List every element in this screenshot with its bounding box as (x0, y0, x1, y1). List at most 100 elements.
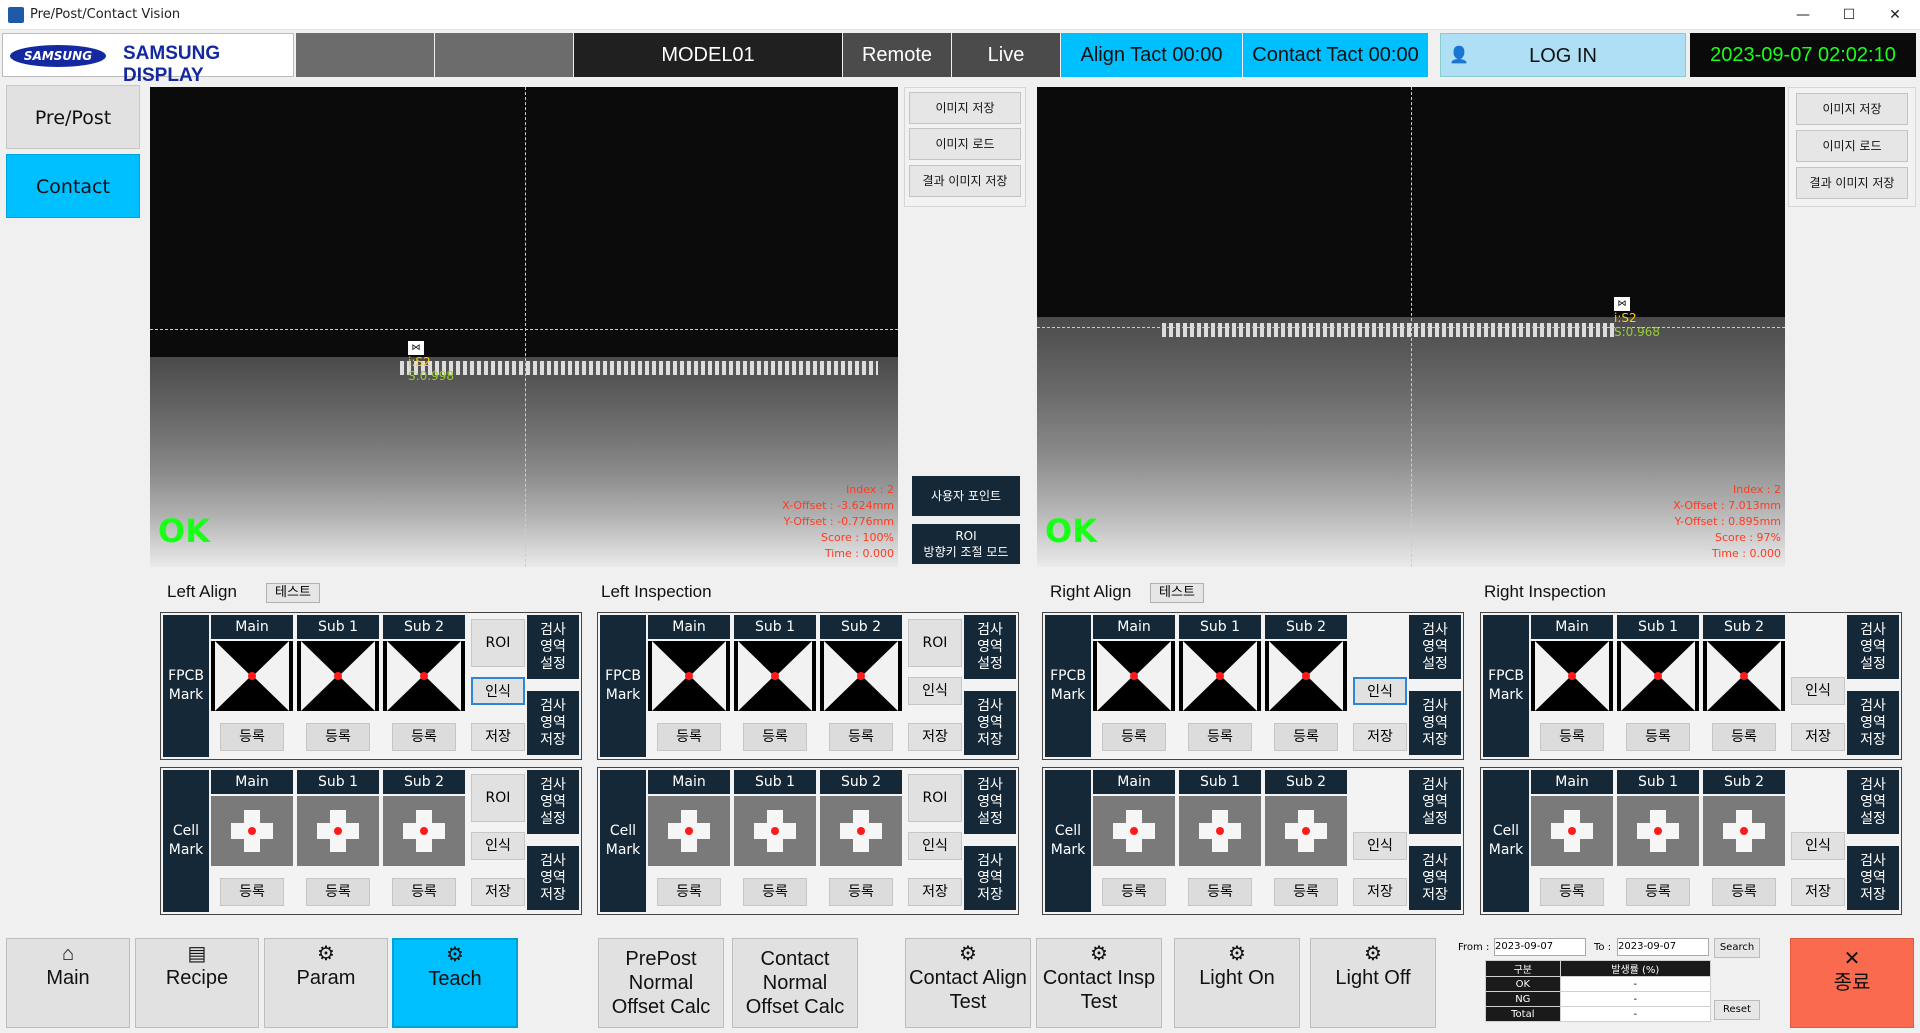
fpcb-mark-template-sub2[interactable] (1703, 641, 1785, 711)
inspection-area-save-button[interactable]: 검사 영역 저장 (1847, 846, 1899, 910)
save-button[interactable]: 저장 (1353, 723, 1407, 751)
roi-button[interactable]: ROI (471, 619, 525, 667)
save-button[interactable]: 저장 (1791, 878, 1845, 906)
cell-mark-template-sub1[interactable] (734, 796, 816, 866)
register-button[interactable]: 등록 (829, 878, 893, 906)
user-point-button[interactable]: 사용자 포인트 (912, 476, 1020, 516)
search-button[interactable]: Search (1714, 938, 1760, 958)
cell-mark-template-sub2[interactable] (820, 796, 902, 866)
recognize-button[interactable]: 인식 (908, 832, 962, 860)
light-on-button[interactable]: ⚙ Light On (1174, 938, 1300, 1028)
maximize-button[interactable]: ☐ (1826, 3, 1872, 27)
register-button[interactable]: 등록 (829, 723, 893, 751)
from-date-picker[interactable]: 2023-09-07 (1494, 938, 1586, 956)
register-button[interactable]: 등록 (1274, 723, 1338, 751)
inspection-area-save-button[interactable]: 검사 영역 저장 (1409, 691, 1461, 755)
contact-insp-test-button[interactable]: ⚙ Contact Insp Test (1036, 938, 1162, 1028)
nav-recipe-button[interactable]: ▤ Recipe (135, 938, 259, 1028)
fpcb-mark-template-sub2[interactable] (1265, 641, 1347, 711)
fpcb-mark-template-sub1[interactable] (734, 641, 816, 711)
register-button[interactable]: 등록 (392, 723, 456, 751)
roi-button[interactable]: ROI (908, 774, 962, 822)
right-align-test-button[interactable]: 테스트 (1150, 583, 1204, 603)
register-button[interactable]: 등록 (1102, 723, 1166, 751)
inspection-area-set-button[interactable]: 검사 영역 설정 (527, 615, 579, 679)
register-button[interactable]: 등록 (657, 723, 721, 751)
register-button[interactable]: 등록 (220, 723, 284, 751)
left-align-test-button[interactable]: 테스트 (266, 583, 320, 603)
register-button[interactable]: 등록 (392, 878, 456, 906)
reset-button[interactable]: Reset (1714, 1000, 1760, 1020)
inspection-area-save-button[interactable]: 검사 영역 저장 (527, 846, 579, 910)
fpcb-mark-template-sub2[interactable] (820, 641, 902, 711)
register-button[interactable]: 등록 (743, 878, 807, 906)
recognize-button[interactable]: 인식 (1353, 677, 1407, 705)
cell-mark-template-sub1[interactable] (297, 796, 379, 866)
sidebar-item-prepost[interactable]: Pre/Post (6, 85, 140, 149)
cell-mark-template-sub1[interactable] (1617, 796, 1699, 866)
light-off-button[interactable]: ⚙ Light Off (1310, 938, 1436, 1028)
prepost-offset-calc-button[interactable]: PrePost Normal Offset Calc (598, 938, 724, 1028)
recognize-button[interactable]: 인식 (471, 832, 525, 860)
inspection-area-save-button[interactable]: 검사 영역 저장 (527, 691, 579, 755)
cell-mark-template-main[interactable] (648, 796, 730, 866)
right-camera-view[interactable]: ⋈ i:S2 S:0.968 OK Index : 2 X-Offset : 7… (1037, 87, 1785, 567)
left-save-result-button[interactable]: 결과 이미지 저장 (909, 165, 1021, 197)
register-button[interactable]: 등록 (1102, 878, 1166, 906)
left-camera-view[interactable]: ⋈ i:S2 S:0.998 OK Index : 2 X-Offset : -… (150, 87, 898, 567)
cell-mark-template-sub1[interactable] (1179, 796, 1261, 866)
login-button[interactable]: 👤 LOG IN (1440, 33, 1686, 77)
register-button[interactable]: 등록 (1274, 878, 1338, 906)
register-button[interactable]: 등록 (1626, 878, 1690, 906)
save-button[interactable]: 저장 (1791, 723, 1845, 751)
fpcb-mark-template-sub1[interactable] (297, 641, 379, 711)
cell-mark-template-main[interactable] (1093, 796, 1175, 866)
roi-button[interactable]: ROI (471, 774, 525, 822)
sidebar-item-contact[interactable]: Contact (6, 154, 140, 218)
fpcb-mark-template-sub2[interactable] (383, 641, 465, 711)
inspection-area-set-button[interactable]: 검사 영역 설정 (1409, 615, 1461, 679)
register-button[interactable]: 등록 (1188, 723, 1252, 751)
save-button[interactable]: 저장 (1353, 878, 1407, 906)
inspection-area-save-button[interactable]: 검사 영역 저장 (964, 691, 1016, 755)
register-button[interactable]: 등록 (1626, 723, 1690, 751)
register-button[interactable]: 등록 (657, 878, 721, 906)
fpcb-mark-template-main[interactable] (648, 641, 730, 711)
cell-mark-template-main[interactable] (1531, 796, 1613, 866)
roi-arrow-mode-button[interactable]: ROI 방향키 조절 모드 (912, 524, 1020, 564)
register-button[interactable]: 등록 (1188, 878, 1252, 906)
fpcb-mark-template-main[interactable] (1093, 641, 1175, 711)
register-button[interactable]: 등록 (1540, 878, 1604, 906)
exit-button[interactable]: ✕ 종료 (1790, 938, 1914, 1028)
right-save-result-button[interactable]: 결과 이미지 저장 (1796, 167, 1908, 199)
register-button[interactable]: 등록 (1540, 723, 1604, 751)
inspection-area-set-button[interactable]: 검사 영역 설정 (1847, 770, 1899, 834)
right-save-image-button[interactable]: 이미지 저장 (1796, 93, 1908, 125)
nav-main-button[interactable]: ⌂ Main (6, 938, 130, 1028)
inspection-area-set-button[interactable]: 검사 영역 설정 (527, 770, 579, 834)
save-button[interactable]: 저장 (471, 723, 525, 751)
minimize-button[interactable]: — (1780, 3, 1826, 27)
recognize-button[interactable]: 인식 (471, 677, 525, 705)
recognize-button[interactable]: 인식 (1791, 832, 1845, 860)
nav-teach-button[interactable]: ⚙ Teach (392, 938, 518, 1028)
register-button[interactable]: 등록 (220, 878, 284, 906)
register-button[interactable]: 등록 (1712, 878, 1776, 906)
inspection-area-save-button[interactable]: 검사 영역 저장 (1409, 846, 1461, 910)
contact-align-test-button[interactable]: ⚙ Contact Align Test (905, 938, 1031, 1028)
close-window-button[interactable]: ✕ (1872, 3, 1918, 27)
cell-mark-template-main[interactable] (211, 796, 293, 866)
save-button[interactable]: 저장 (908, 878, 962, 906)
inspection-area-set-button[interactable]: 검사 영역 설정 (964, 615, 1016, 679)
left-load-image-button[interactable]: 이미지 로드 (909, 128, 1021, 160)
save-button[interactable]: 저장 (471, 878, 525, 906)
inspection-area-set-button[interactable]: 검사 영역 설정 (1847, 615, 1899, 679)
inspection-area-set-button[interactable]: 검사 영역 설정 (1409, 770, 1461, 834)
nav-param-button[interactable]: ⚙ Param (264, 938, 388, 1028)
register-button[interactable]: 등록 (306, 723, 370, 751)
fpcb-mark-template-sub1[interactable] (1617, 641, 1699, 711)
cell-mark-template-sub2[interactable] (383, 796, 465, 866)
left-save-image-button[interactable]: 이미지 저장 (909, 92, 1021, 124)
recognize-button[interactable]: 인식 (1791, 677, 1845, 705)
inspection-area-save-button[interactable]: 검사 영역 저장 (1847, 691, 1899, 755)
